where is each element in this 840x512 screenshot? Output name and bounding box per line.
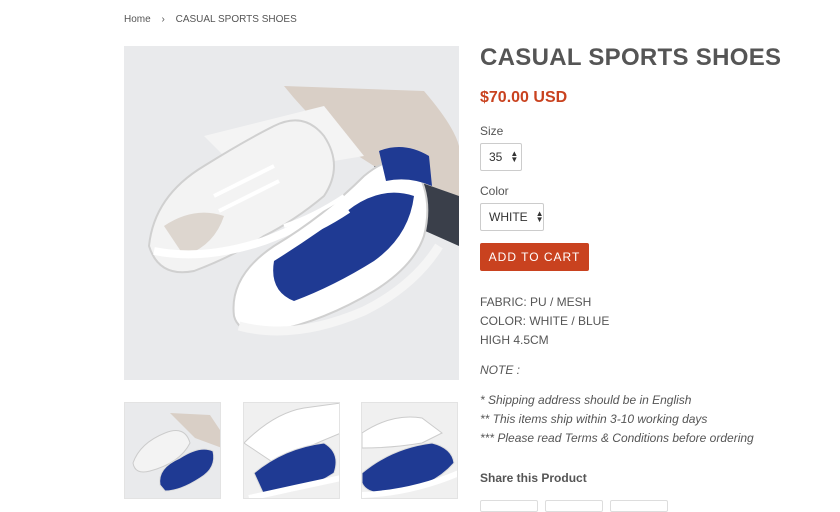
color-select[interactable]: WHITE ▲ ▼	[480, 203, 544, 231]
description-fabric: FABRIC: PU / MESH	[480, 295, 592, 309]
breadcrumb-current: CASUAL SPORTS SHOES	[175, 14, 297, 25]
note-shipping-address: * Shipping address should be in English	[480, 393, 692, 407]
thumbnail-shoe-side-image	[362, 403, 457, 498]
description-height: HIGH 4.5CM	[480, 333, 549, 347]
thumbnail-shoe-closeup-image	[244, 403, 339, 498]
breadcrumb-home-link[interactable]: Home	[124, 14, 151, 25]
select-arrows-icon: ▲ ▼	[510, 149, 519, 164]
product-thumbnail-2[interactable]	[243, 402, 340, 499]
product-main-image[interactable]	[124, 46, 459, 380]
description-color: COLOR: WHITE / BLUE	[480, 314, 610, 328]
share-title: Share this Product	[480, 471, 587, 485]
product-thumbnail-3[interactable]	[361, 402, 458, 499]
product-thumbnail-1[interactable]	[124, 402, 221, 499]
breadcrumb-separator: ›	[161, 14, 165, 25]
select-arrows-icon: ▲ ▼	[535, 209, 544, 224]
color-select-value: WHITE	[489, 210, 528, 224]
color-label: Color	[480, 184, 509, 198]
share-twitter-button[interactable]	[545, 500, 603, 512]
note-terms: *** Please read Terms & Conditions befor…	[480, 431, 754, 445]
share-facebook-button[interactable]	[480, 500, 538, 512]
shoes-illustration	[124, 46, 459, 380]
breadcrumb: Home › CASUAL SPORTS SHOES	[124, 14, 297, 25]
share-pinterest-button[interactable]	[610, 500, 668, 512]
size-label: Size	[480, 124, 504, 138]
product-title: CASUAL SPORTS SHOES	[480, 44, 782, 71]
note-label: NOTE :	[480, 363, 521, 377]
add-to-cart-button[interactable]: ADD TO CART	[480, 243, 589, 271]
size-select[interactable]: 35 ▲ ▼	[480, 143, 522, 171]
product-price: $70.00 USD	[480, 89, 568, 106]
size-select-value: 35	[489, 150, 503, 164]
note-shipping-time: ** This items ship within 3-10 working d…	[480, 412, 708, 426]
thumbnail-shoes-image	[125, 403, 220, 498]
